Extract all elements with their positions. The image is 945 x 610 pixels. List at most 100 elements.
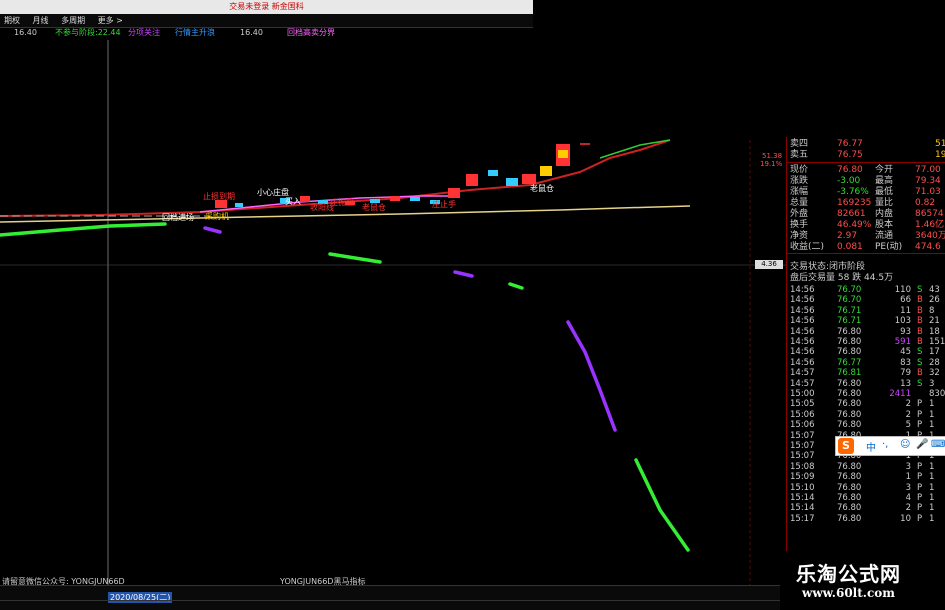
tick-n: 1 [929, 503, 935, 514]
chart-tag: 回档进场 [162, 213, 194, 222]
tick-side: B [917, 305, 923, 316]
tick-price: 76.80 [837, 482, 862, 493]
indicator-value: 16.40 [14, 28, 37, 37]
signal-line-purple [566, 320, 617, 432]
tick-price: 76.70 [837, 295, 862, 306]
tick-row: 14:56 76.70 66 B 26 [787, 295, 945, 305]
tick-side: P [917, 409, 923, 420]
tick-n: 28 [929, 357, 940, 368]
tick-row: 15:10 76.80 3 P 1 [787, 483, 945, 493]
indicator-value: 不参与阶段:22.44 [55, 28, 121, 37]
tick-side: S [917, 357, 923, 368]
quote-stat-l1: 净资 [790, 231, 809, 241]
quote-stat-v1: -3.76% [837, 187, 869, 197]
quote-stat-l1: 总量 [790, 198, 809, 208]
tick-time: 14:56 [790, 285, 815, 295]
tick-n: 1 [929, 482, 935, 493]
window-title: 交易未登录 新金国科 [229, 2, 304, 11]
tick-side: P [917, 461, 923, 472]
tick-vol: 2411 [889, 389, 911, 399]
menu-item-multi-period[interactable]: 多周期 [61, 16, 85, 25]
candle-up [540, 166, 552, 176]
indicator-name: YONGJUN66D黑马指标 [280, 577, 366, 586]
ask-row-4: 卖四 76.77 51 [790, 139, 945, 149]
indicator-value: 16.40 [240, 28, 263, 37]
tick-row: 15:00 76.80 2411 830 [787, 389, 945, 399]
tick-price: 76.80 [837, 399, 862, 410]
tick-row: 14:57 76.81 79 B 32 [787, 368, 945, 378]
tick-vol: 10 [900, 513, 911, 524]
tick-vol: 11 [900, 305, 911, 316]
quote-stat-v2: 474.6 [915, 242, 941, 252]
quote-stat-l1: 现价 [790, 165, 809, 175]
tick-time: 15:14 [790, 503, 815, 514]
tick-price: 76.80 [837, 503, 862, 514]
tick-time: 15:05 [790, 399, 815, 410]
ime-lang-button[interactable]: 中 [866, 439, 876, 454]
quote-stat-v1: 46.49% [837, 220, 872, 230]
chart-tag: 庄止手 [432, 200, 456, 209]
tick-vol: 66 [900, 295, 911, 306]
candle-up [300, 196, 310, 202]
candle-down [235, 203, 243, 207]
tick-side: P [917, 513, 923, 524]
ime-punct-button[interactable]: ·, [882, 439, 888, 450]
tick-price: 76.80 [837, 461, 862, 472]
tick-price: 76.80 [837, 326, 862, 337]
tick-time: 14:56 [790, 305, 815, 316]
tick-time: 14:56 [790, 316, 815, 327]
tick-n: 26 [929, 295, 940, 306]
quote-stat-v2: 77.00 [915, 165, 941, 175]
tick-n: 1 [929, 513, 935, 524]
tick-n: 3 [929, 378, 935, 389]
quote-stat-v1: 2.97 [837, 231, 858, 241]
tick-row: 14:56 76.80 45 S 17 [787, 347, 945, 357]
tick-side: S [917, 378, 923, 389]
tick-n: 43 [929, 285, 940, 295]
quote-stat-v2: 0.82 [915, 198, 936, 208]
tick-price: 76.80 [837, 409, 862, 420]
tick-n: 17 [929, 347, 940, 358]
sogou-logo-icon[interactable]: S [838, 438, 854, 454]
tick-time: 15:09 [790, 472, 815, 483]
tick-row: 15:14 76.80 4 P 1 [787, 493, 945, 503]
candle-up [448, 188, 460, 198]
signal-line-green [0, 222, 167, 237]
menu-item-option[interactable]: 期权 [4, 16, 20, 25]
tick-time: 14:56 [790, 326, 815, 337]
quote-stat-l2: 最低 [875, 187, 894, 197]
candle-down [410, 197, 420, 201]
axis-label: 51.38 [762, 152, 783, 160]
tick-row: 15:05 76.80 2 P 1 [787, 399, 945, 409]
tick-vol: 110 [894, 285, 911, 295]
candle-up [522, 174, 536, 184]
candle-up [558, 150, 568, 158]
chart-tag: 老鼠仓 [362, 203, 386, 212]
keyboard-icon[interactable]: ⌨ [931, 439, 945, 450]
tick-side: P [917, 503, 923, 514]
tick-time: 14:56 [790, 295, 815, 306]
indicator-value: 回档高卖分界 [287, 28, 335, 37]
tick-time: 15:08 [790, 461, 815, 472]
candle-up [466, 174, 478, 186]
tick-price: 76.70 [837, 285, 862, 295]
kline-chart[interactable] [0, 40, 786, 585]
mic-icon[interactable]: 🎤 [916, 439, 928, 450]
chart-tag: 老鼠仓 [530, 184, 554, 193]
tick-row: 15:14 76.80 2 P 1 [787, 503, 945, 513]
tick-side: B [917, 326, 923, 337]
menu-item-more[interactable]: 更多 > [98, 16, 123, 25]
menu-item-month[interactable]: 月线 [33, 16, 49, 25]
tick-time: 15:06 [790, 420, 815, 431]
tick-vol: 79 [900, 368, 911, 379]
emoji-icon[interactable]: ☺ [900, 439, 910, 450]
tick-vol: 5 [905, 420, 911, 431]
quote-stat-row: 涨幅 -3.76% 最低 71.03 [787, 187, 945, 198]
quote-stat-v2: 1.46亿 [915, 220, 945, 230]
quote-stat-l2: 内盘 [875, 209, 894, 219]
tick-price: 76.80 [837, 378, 862, 389]
watermark-url: www.60lt.com [802, 586, 895, 600]
ime-toolbar[interactable]: S 中 ·, ☺ 🎤 ⌨ [835, 436, 945, 456]
signal-line-purple [203, 226, 222, 234]
tick-row: 15:06 76.80 2 P 1 [787, 410, 945, 420]
